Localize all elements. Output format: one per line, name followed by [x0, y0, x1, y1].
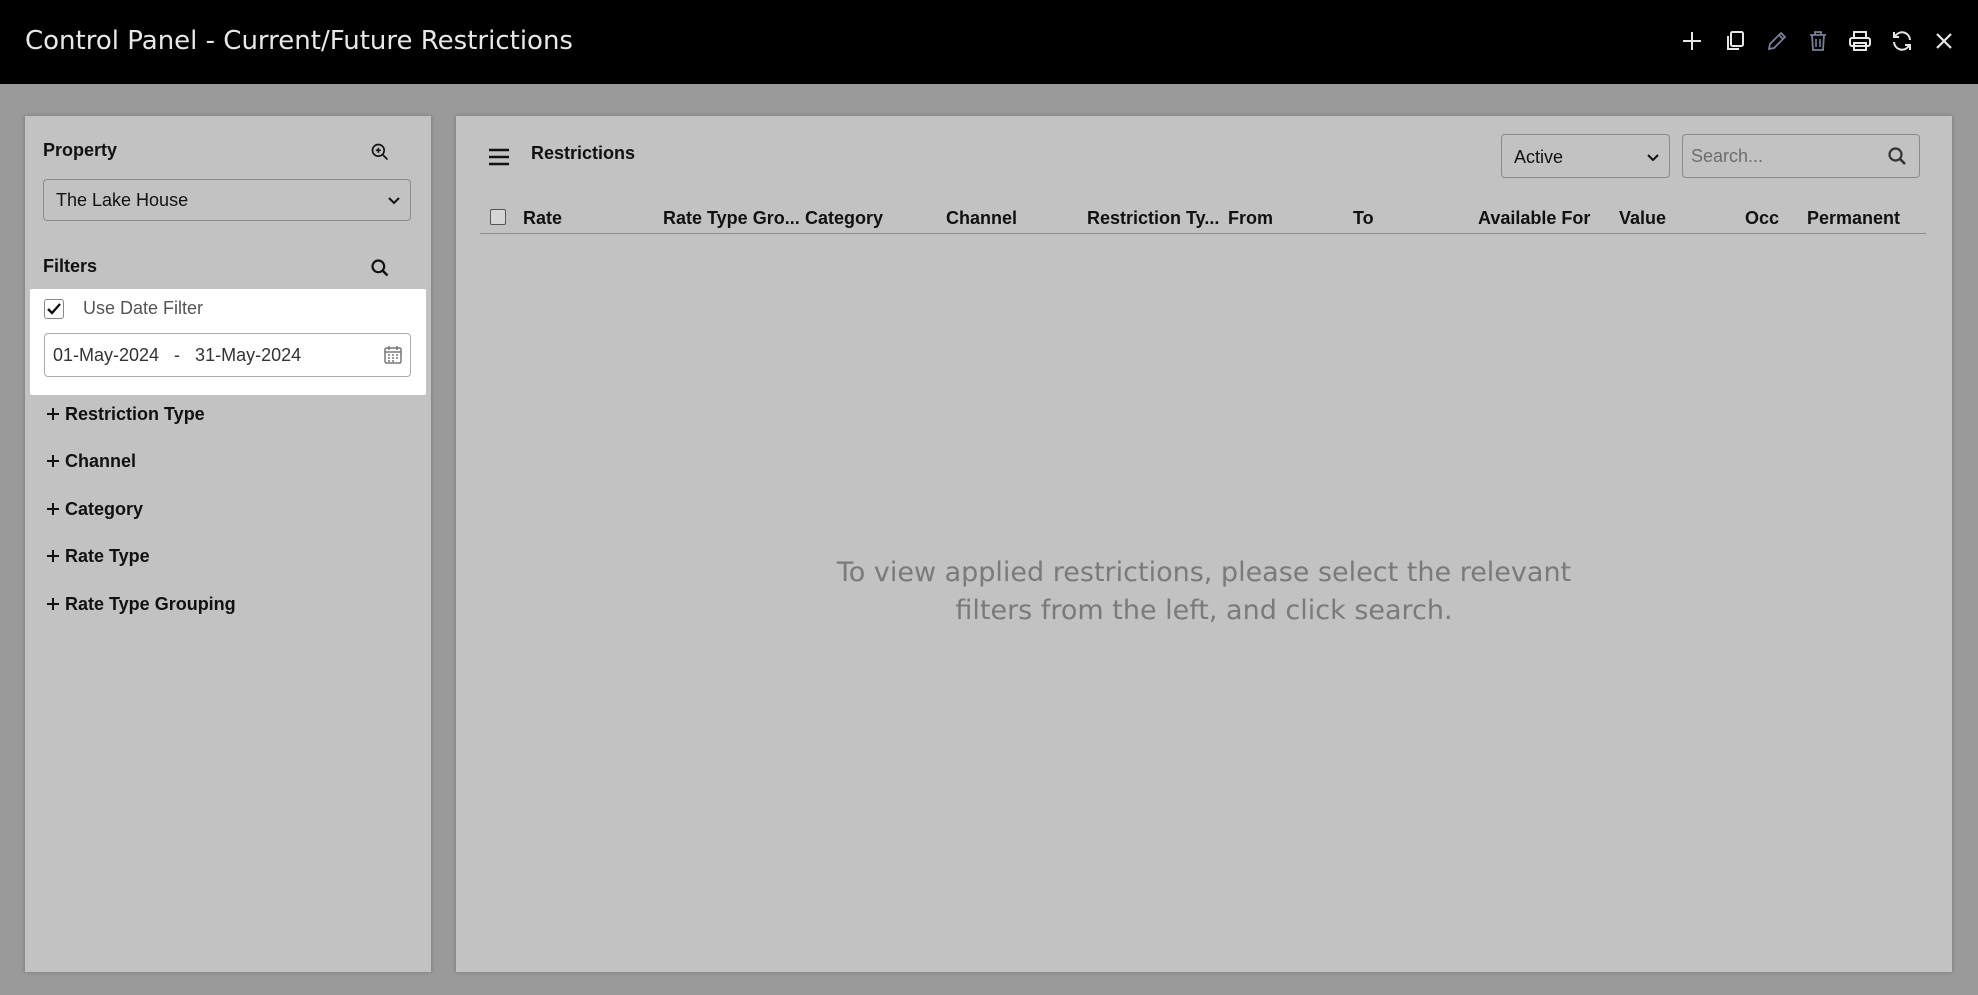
search-box [1682, 134, 1920, 178]
filter-restriction-type[interactable]: Restriction Type [43, 400, 205, 428]
checkmark-icon [47, 303, 61, 315]
column-header-available-for[interactable]: Available For [1478, 208, 1590, 229]
column-header-rate[interactable]: Rate [523, 208, 562, 229]
zoom-in-icon[interactable] [366, 138, 394, 166]
plus-icon [43, 451, 63, 471]
window-title: Control Panel - Current/Future Restricti… [25, 26, 573, 56]
filter-channel[interactable]: Channel [43, 447, 136, 475]
edit-icon[interactable] [1762, 26, 1792, 56]
column-header-value[interactable]: Value [1619, 208, 1666, 229]
filter-category[interactable]: Category [43, 495, 143, 523]
restrictions-panel: Restrictions Active Rate Rate Type Gro..… [456, 116, 1952, 972]
chevron-down-icon [388, 197, 400, 205]
add-icon[interactable] [1677, 26, 1707, 56]
property-select-value: The Lake House [56, 190, 189, 210]
empty-state-message: To view applied restrictions, please sel… [456, 554, 1952, 630]
status-select[interactable]: Active [1501, 134, 1670, 178]
select-all-checkbox[interactable] [490, 209, 506, 225]
plus-icon [43, 546, 63, 566]
column-header-rate-type-grouping[interactable]: Rate Type Gro... [663, 208, 800, 229]
filter-rate-type[interactable]: Rate Type [43, 542, 150, 570]
filter-panel: Property The Lake House Filters Use Date… [25, 116, 431, 972]
search-input[interactable] [1691, 143, 1871, 169]
column-header-to[interactable]: To [1353, 208, 1374, 229]
property-select[interactable]: The Lake House [43, 179, 411, 221]
filter-rate-type-grouping[interactable]: Rate Type Grouping [43, 590, 236, 618]
property-label: Property [43, 140, 118, 160]
plus-icon [43, 404, 63, 424]
column-header-restriction-type[interactable]: Restriction Ty... [1087, 208, 1219, 229]
close-icon[interactable] [1929, 26, 1959, 56]
empty-state-line-1: To view applied restrictions, please sel… [836, 557, 1572, 588]
filters-label: Filters [43, 256, 98, 276]
filter-category-label: Category [65, 498, 144, 519]
search-icon[interactable] [1887, 146, 1907, 166]
date-range-value: 01-May-2024 - 31-May-2024 [53, 345, 302, 365]
date-range-input[interactable]: 01-May-2024 - 31-May-2024 [44, 333, 411, 377]
print-icon[interactable] [1845, 26, 1875, 56]
filter-rate-type-grouping-label: Rate Type Grouping [65, 593, 236, 614]
status-select-value: Active [1514, 147, 1564, 167]
calendar-icon[interactable] [383, 345, 403, 365]
column-header-from[interactable]: From [1228, 208, 1273, 229]
plus-icon [43, 499, 63, 519]
use-date-filter-checkbox[interactable] [44, 299, 64, 319]
copy-icon[interactable] [1720, 26, 1750, 56]
date-filter-card: Use Date Filter 01-May-2024 - 31-May-202… [30, 289, 426, 395]
section-title: Restrictions [531, 143, 636, 163]
title-bar: Control Panel - Current/Future Restricti… [0, 0, 1978, 84]
column-header-occ[interactable]: Occ [1745, 208, 1779, 229]
empty-state-line-2: filters from the left, and click search. [955, 595, 1453, 626]
hamburger-menu-icon[interactable] [486, 144, 512, 170]
column-header-permanent[interactable]: Permanent [1807, 208, 1900, 229]
delete-icon[interactable] [1803, 26, 1833, 56]
chevron-down-icon [1647, 154, 1659, 162]
refresh-icon[interactable] [1887, 26, 1917, 56]
filter-restriction-type-label: Restriction Type [65, 403, 205, 424]
filter-rate-type-label: Rate Type [65, 545, 150, 566]
column-header-channel[interactable]: Channel [946, 208, 1017, 229]
use-date-filter-label: Use Date Filter [83, 298, 204, 318]
search-icon[interactable] [366, 254, 394, 282]
filter-channel-label: Channel [65, 450, 137, 471]
table-header: Rate Rate Type Gro... Category Channel R… [480, 200, 1926, 234]
column-header-category[interactable]: Category [805, 208, 883, 229]
plus-icon [43, 594, 63, 614]
